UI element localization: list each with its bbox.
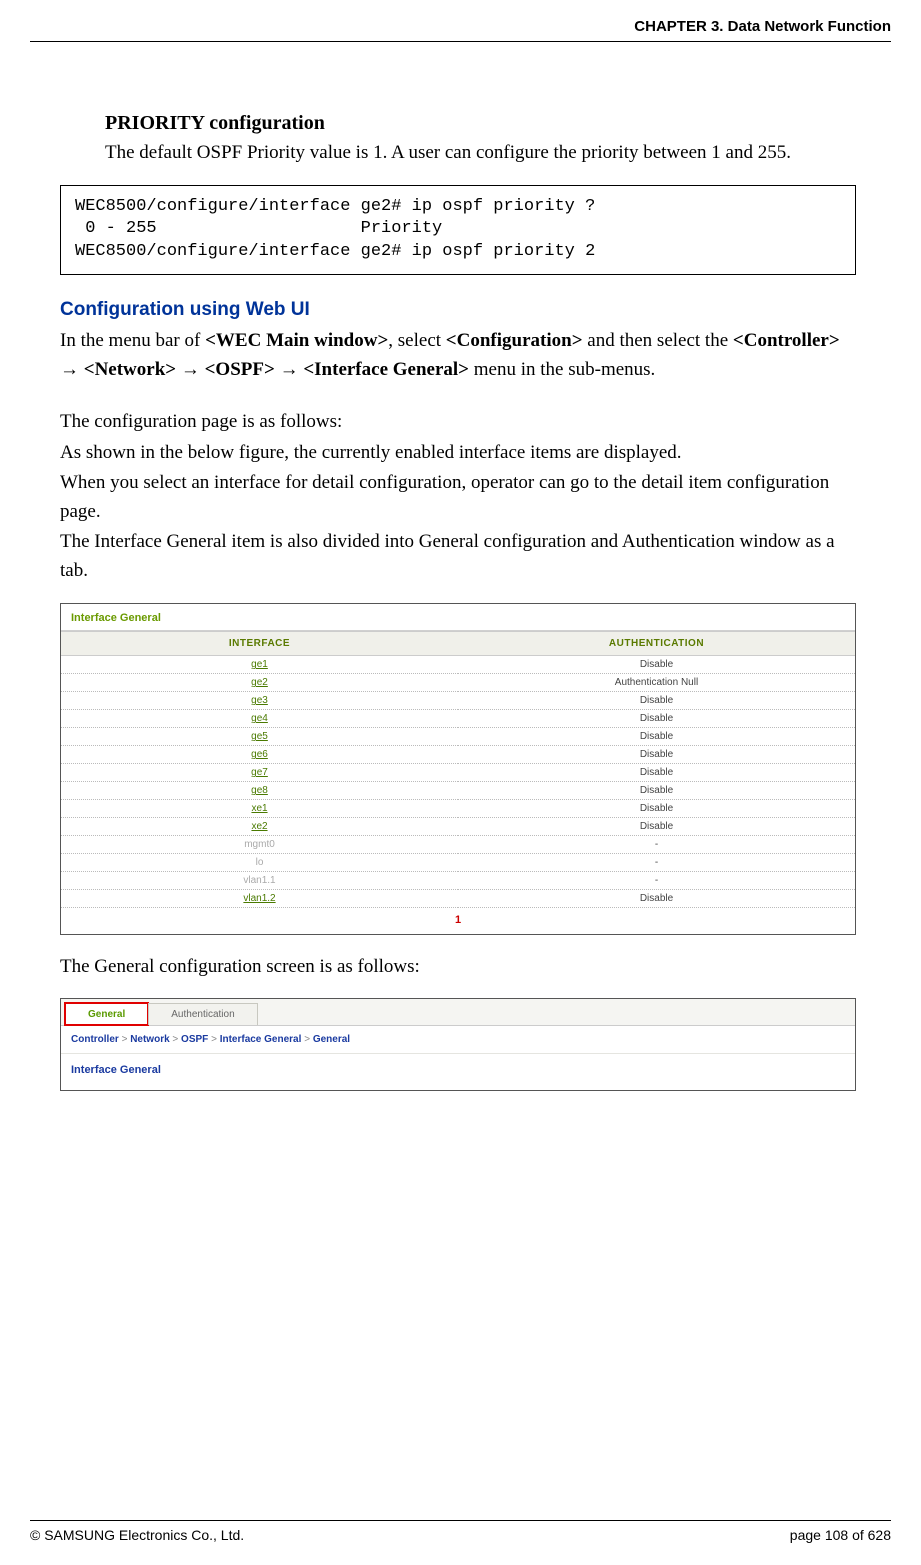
cell-auth: Disable xyxy=(458,710,855,728)
table-row: xe2Disable xyxy=(61,818,855,836)
sep: > xyxy=(304,1034,310,1045)
p3: As shown in the below figure, the curren… xyxy=(60,439,856,468)
network: <Network> xyxy=(84,359,176,380)
col-auth: AUTHENTICATION xyxy=(458,632,855,656)
col-interface: INTERFACE xyxy=(61,632,458,656)
cell-interface[interactable]: ge1 xyxy=(61,656,458,674)
cell-auth: Disable xyxy=(458,890,855,908)
cli-code-block: WEC8500/configure/interface ge2# ip ospf… xyxy=(60,185,856,276)
cell-auth: - xyxy=(458,836,855,854)
tab-general[interactable]: General xyxy=(65,1003,148,1025)
crumb-network[interactable]: Network xyxy=(130,1034,169,1045)
table-row: ge3Disable xyxy=(61,692,855,710)
ospf: <OSPF> xyxy=(205,359,275,380)
table-row: ge8Disable xyxy=(61,782,855,800)
sep: > xyxy=(122,1034,128,1045)
priority-desc: The default OSPF Priority value is 1. A … xyxy=(105,139,856,167)
tabs-row: General Authentication xyxy=(61,999,855,1025)
arrow-icon: → xyxy=(60,359,79,380)
pager[interactable]: 1 xyxy=(61,908,855,934)
cell-interface[interactable]: ge4 xyxy=(61,710,458,728)
table-row: ge1Disable xyxy=(61,656,855,674)
cell-auth: - xyxy=(458,854,855,872)
t: menu in the sub-menus. xyxy=(469,359,655,380)
cell-auth: Disable xyxy=(458,728,855,746)
table-row: xe1Disable xyxy=(61,800,855,818)
p2: The configuration page is as follows: xyxy=(60,408,856,437)
cell-auth: - xyxy=(458,872,855,890)
cell-auth: Disable xyxy=(458,746,855,764)
table-row: ge5Disable xyxy=(61,728,855,746)
table-row: ge4Disable xyxy=(61,710,855,728)
cell-auth: Disable xyxy=(458,656,855,674)
cell-interface: vlan1.1 xyxy=(61,872,458,890)
table-row: ge6Disable xyxy=(61,746,855,764)
p6: The General configuration screen is as f… xyxy=(60,953,856,982)
controller: <Controller> xyxy=(733,330,840,351)
cell-auth: Disable xyxy=(458,782,855,800)
table-row: ge7Disable xyxy=(61,764,855,782)
webui-heading: Configuration using Web UI xyxy=(60,299,856,321)
wec-main: <WEC Main window> xyxy=(205,330,388,351)
p5: The Interface General item is also divid… xyxy=(60,528,856,585)
crumb-general: General xyxy=(313,1034,350,1045)
table-row: vlan1.2Disable xyxy=(61,890,855,908)
cell-auth: Authentication Null xyxy=(458,674,855,692)
breadcrumb: Controller > Network > OSPF > Interface … xyxy=(61,1025,855,1054)
p4: When you select an interface for detail … xyxy=(60,469,856,526)
cell-auth: Disable xyxy=(458,800,855,818)
cell-interface: mgmt0 xyxy=(61,836,458,854)
cell-interface[interactable]: ge6 xyxy=(61,746,458,764)
cell-interface[interactable]: ge5 xyxy=(61,728,458,746)
table-row: vlan1.1- xyxy=(61,872,855,890)
page-number: page 108 of 628 xyxy=(790,1527,891,1543)
t: In the menu bar of xyxy=(60,330,205,351)
cell-interface[interactable]: ge2 xyxy=(61,674,458,692)
cell-interface[interactable]: vlan1.2 xyxy=(61,890,458,908)
figure-title: Interface General xyxy=(61,604,855,631)
fig2-section-title: Interface General xyxy=(61,1054,855,1090)
cell-interface[interactable]: ge8 xyxy=(61,782,458,800)
page-footer: © SAMSUNG Electronics Co., Ltd. page 108… xyxy=(30,1520,891,1543)
interface-general: <Interface General> xyxy=(303,359,469,380)
cell-interface: lo xyxy=(61,854,458,872)
cell-interface[interactable]: ge3 xyxy=(61,692,458,710)
cell-interface[interactable]: xe1 xyxy=(61,800,458,818)
cell-auth: Disable xyxy=(458,764,855,782)
copyright: © SAMSUNG Electronics Co., Ltd. xyxy=(30,1527,244,1543)
crumb-interface-general[interactable]: Interface General xyxy=(220,1034,302,1045)
priority-title: PRIORITY configuration xyxy=(105,112,856,135)
interface-table: INTERFACE AUTHENTICATION ge1Disablege2Au… xyxy=(61,631,855,908)
arrow-icon: → xyxy=(181,359,200,380)
cell-auth: Disable xyxy=(458,692,855,710)
sep: > xyxy=(211,1034,217,1045)
configuration: <Configuration> xyxy=(446,330,583,351)
table-row: mgmt0- xyxy=(61,836,855,854)
t: , select xyxy=(388,330,446,351)
table-row: ge2Authentication Null xyxy=(61,674,855,692)
arrow-icon: → xyxy=(280,359,299,380)
figure-general-tab: General Authentication Controller > Netw… xyxy=(60,998,856,1091)
tab-authentication[interactable]: Authentication xyxy=(148,1003,257,1025)
figure-interface-general: Interface General INTERFACE AUTHENTICATI… xyxy=(60,603,856,935)
cell-auth: Disable xyxy=(458,818,855,836)
cell-interface[interactable]: xe2 xyxy=(61,818,458,836)
table-row: lo- xyxy=(61,854,855,872)
crumb-controller[interactable]: Controller xyxy=(71,1034,119,1045)
sep: > xyxy=(172,1034,178,1045)
crumb-ospf[interactable]: OSPF xyxy=(181,1034,208,1045)
webui-nav-text: In the menu bar of <WEC Main window>, se… xyxy=(60,327,856,384)
chapter-header: CHAPTER 3. Data Network Function xyxy=(30,18,891,42)
t: and then select the xyxy=(583,330,733,351)
cell-interface[interactable]: ge7 xyxy=(61,764,458,782)
page-content: PRIORITY configuration The default OSPF … xyxy=(30,42,891,1091)
